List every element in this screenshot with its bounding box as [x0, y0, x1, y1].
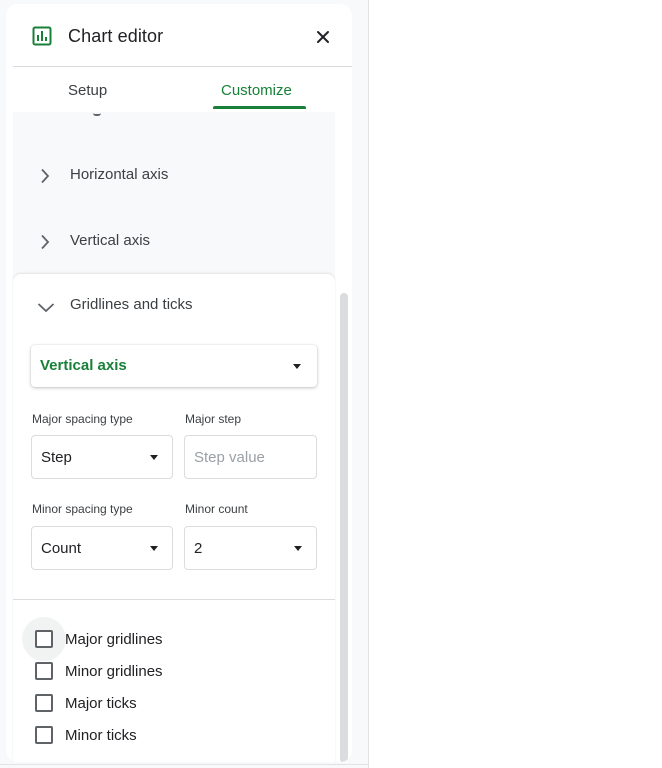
section-gridlines-and-ticks: Gridlines and ticks Vertical axis Major … — [13, 274, 335, 762]
axis-dropdown[interactable]: Vertical axis — [31, 345, 317, 387]
dropdown-arrow-icon — [150, 546, 158, 551]
tab-setup[interactable]: Setup — [68, 82, 107, 99]
chevron-down-icon[interactable] — [37, 300, 55, 316]
close-button[interactable] — [312, 28, 334, 50]
collapsed-section-remnant — [93, 112, 101, 116]
chart-editor-panel: Chart editor Setup Customize Horizontal … — [0, 0, 368, 768]
minor-ticks-option[interactable]: Minor ticks — [13, 721, 335, 749]
active-tab-indicator — [213, 106, 306, 109]
dropdown-arrow-icon — [294, 546, 302, 551]
major-step-input[interactable]: Step value — [184, 435, 317, 479]
dropdown-value: 2 — [194, 540, 203, 557]
chevron-right-icon — [37, 168, 53, 184]
section-vertical-axis[interactable]: Vertical axis — [13, 212, 335, 272]
header-divider — [13, 66, 352, 67]
minor-spacing-type-dropdown[interactable]: Count — [31, 526, 173, 570]
minor-ticks-checkbox[interactable] — [35, 726, 53, 744]
editor-title: Chart editor — [68, 26, 164, 46]
minor-spacing-type-label: Minor spacing type — [32, 502, 133, 516]
checkbox-label: Major gridlines — [65, 631, 163, 648]
minor-count-dropdown[interactable]: 2 — [184, 526, 317, 570]
editor-header: Chart editor — [6, 4, 352, 66]
close-icon — [316, 30, 330, 49]
panel-right-border — [368, 0, 369, 768]
tab-customize[interactable]: Customize — [221, 82, 292, 99]
major-ticks-checkbox[interactable] — [35, 694, 53, 712]
dropdown-value: Step — [41, 449, 72, 466]
major-step-label: Major step — [185, 412, 242, 426]
section-horizontal-axis[interactable]: Horizontal axis — [13, 146, 335, 206]
major-gridlines-option[interactable]: Major gridlines — [13, 617, 335, 661]
section-divider — [13, 599, 335, 600]
section-label: Horizontal axis — [70, 166, 169, 183]
axis-dropdown-value: Vertical axis — [40, 357, 127, 374]
dropdown-arrow-icon — [293, 364, 301, 369]
chart-editor-card: Chart editor Setup Customize Horizontal … — [6, 4, 352, 762]
scrollbar-thumb[interactable] — [340, 293, 348, 762]
section-title[interactable]: Gridlines and ticks — [70, 296, 193, 313]
major-spacing-type-label: Major spacing type — [32, 412, 133, 426]
minor-count-label: Minor count — [185, 502, 248, 516]
major-ticks-option[interactable]: Major ticks — [13, 689, 335, 717]
chevron-right-icon — [37, 234, 53, 250]
minor-gridlines-checkbox[interactable] — [35, 662, 53, 680]
major-spacing-type-dropdown[interactable]: Step — [31, 435, 173, 479]
major-step-placeholder: Step value — [194, 449, 265, 466]
dropdown-arrow-icon — [150, 455, 158, 460]
customize-content: Horizontal axis Vertical axis Gridlines … — [13, 112, 335, 762]
checkbox-label: Major ticks — [65, 695, 137, 712]
panel-bottom-border — [0, 764, 368, 765]
major-gridlines-checkbox[interactable] — [35, 630, 53, 648]
dropdown-value: Count — [41, 540, 82, 557]
chart-icon — [32, 26, 52, 46]
checkbox-label: Minor ticks — [65, 727, 137, 744]
checkbox-label: Minor gridlines — [65, 663, 163, 680]
section-label: Vertical axis — [70, 232, 151, 249]
minor-gridlines-option[interactable]: Minor gridlines — [13, 657, 335, 685]
